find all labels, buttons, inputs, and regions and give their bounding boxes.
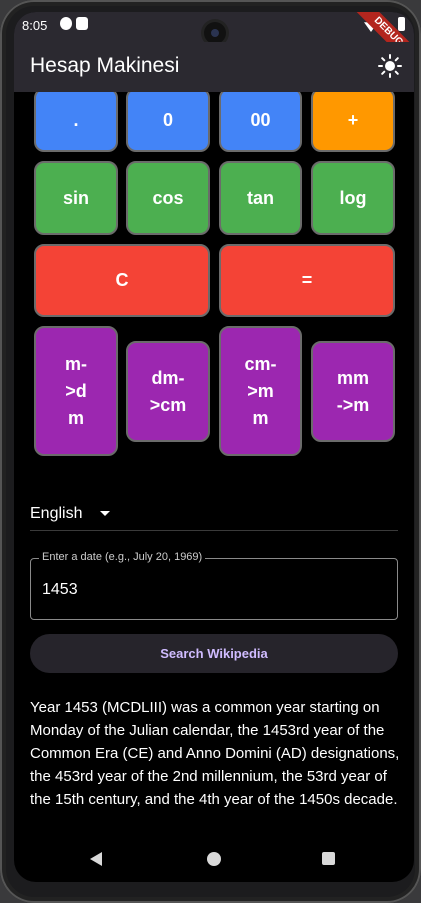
key-zero[interactable]: 0 xyxy=(126,92,210,152)
search-wikipedia-button[interactable]: Search Wikipedia xyxy=(30,634,398,673)
back-icon[interactable] xyxy=(90,852,102,866)
key-plus[interactable]: + xyxy=(311,92,395,152)
battery-icon xyxy=(398,17,405,31)
key-mm-to-m[interactable]: mm ->m xyxy=(311,341,395,442)
notification-icons xyxy=(60,17,88,30)
key-dm-to-cm[interactable]: dm- >cm xyxy=(126,341,210,442)
home-icon[interactable] xyxy=(207,852,221,866)
status-time: 8:05 xyxy=(22,18,48,33)
sd-card-icon xyxy=(76,17,88,30)
date-input-label: Enter a date (e.g., July 20, 1969) xyxy=(39,551,206,563)
key-m-to-dm[interactable]: m- >d m xyxy=(34,326,118,456)
key-clear[interactable]: C xyxy=(34,244,210,317)
language-value: English xyxy=(30,505,83,522)
key-tan[interactable]: tan xyxy=(219,161,302,235)
key-cm-to-mm[interactable]: cm- >m m xyxy=(219,326,302,456)
key-cos[interactable]: cos xyxy=(126,161,210,235)
key-sin[interactable]: sin xyxy=(34,161,118,235)
key-log[interactable]: log xyxy=(311,161,395,235)
scroll-content: . 0 00 + sin cos tan log C = m- >d m dm-… xyxy=(14,92,414,844)
dropdown-arrow-icon xyxy=(100,511,110,516)
key-double-zero[interactable]: 00 xyxy=(219,92,302,152)
key-decimal[interactable]: . xyxy=(34,92,118,152)
screen: 8:05 DEBUG Hesap Makinesi . 0 00 + sin c… xyxy=(14,12,414,882)
system-nav-bar xyxy=(14,844,414,882)
app-title: Hesap Makinesi xyxy=(30,54,180,77)
date-input[interactable]: Enter a date (e.g., July 20, 1969) 1453 xyxy=(30,551,398,620)
recents-icon[interactable] xyxy=(322,852,335,865)
app-bar: Hesap Makinesi xyxy=(14,42,414,92)
status-bar: 8:05 DEBUG xyxy=(14,12,414,74)
pinwheel-icon xyxy=(60,17,72,30)
language-dropdown[interactable]: English xyxy=(30,492,398,531)
result-text: Year 1453 (MCDLIII) was a common year st… xyxy=(30,699,400,808)
camera-cutout xyxy=(204,22,226,44)
key-equals[interactable]: = xyxy=(219,244,395,317)
phone-frame: 8:05 DEBUG Hesap Makinesi . 0 00 + sin c… xyxy=(0,0,421,903)
sun-icon[interactable] xyxy=(378,54,402,78)
date-input-value[interactable]: 1453 xyxy=(42,581,78,599)
